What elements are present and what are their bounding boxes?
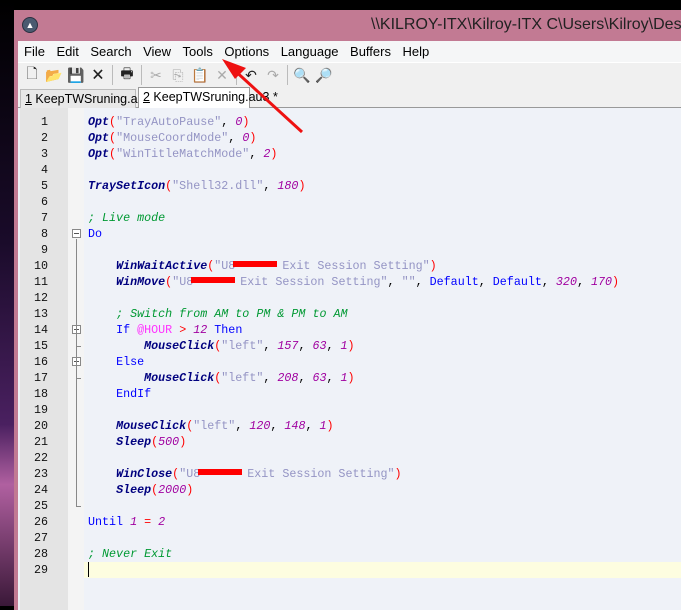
arrow-shaft	[230, 66, 304, 134]
annotation-arrow	[222, 59, 304, 134]
